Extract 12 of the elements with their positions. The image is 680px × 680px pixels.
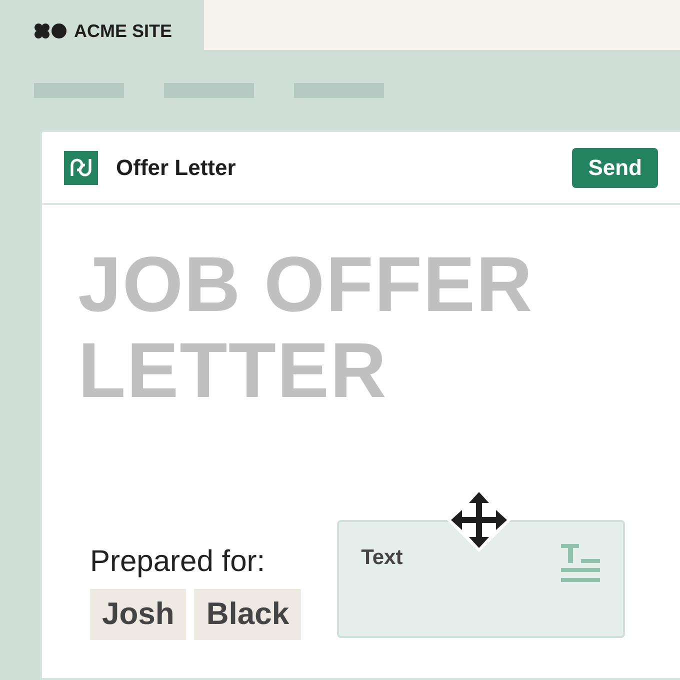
site-name: ACME SITE (74, 20, 172, 42)
text-field[interactable]: Text (337, 520, 626, 638)
send-button[interactable]: Send (572, 148, 658, 188)
text-style-icon (561, 544, 602, 584)
name-field[interactable]: Josh (90, 589, 186, 640)
document-title: Offer Letter (116, 154, 237, 180)
app-logo-icon (64, 150, 98, 184)
logo-icon (34, 23, 68, 39)
text-field-label: Text (361, 546, 403, 570)
document-heading: JOB OFFER LETTER (78, 241, 534, 413)
recipient-label: Prepared for: (90, 545, 266, 579)
name-field[interactable]: Black (194, 589, 302, 640)
